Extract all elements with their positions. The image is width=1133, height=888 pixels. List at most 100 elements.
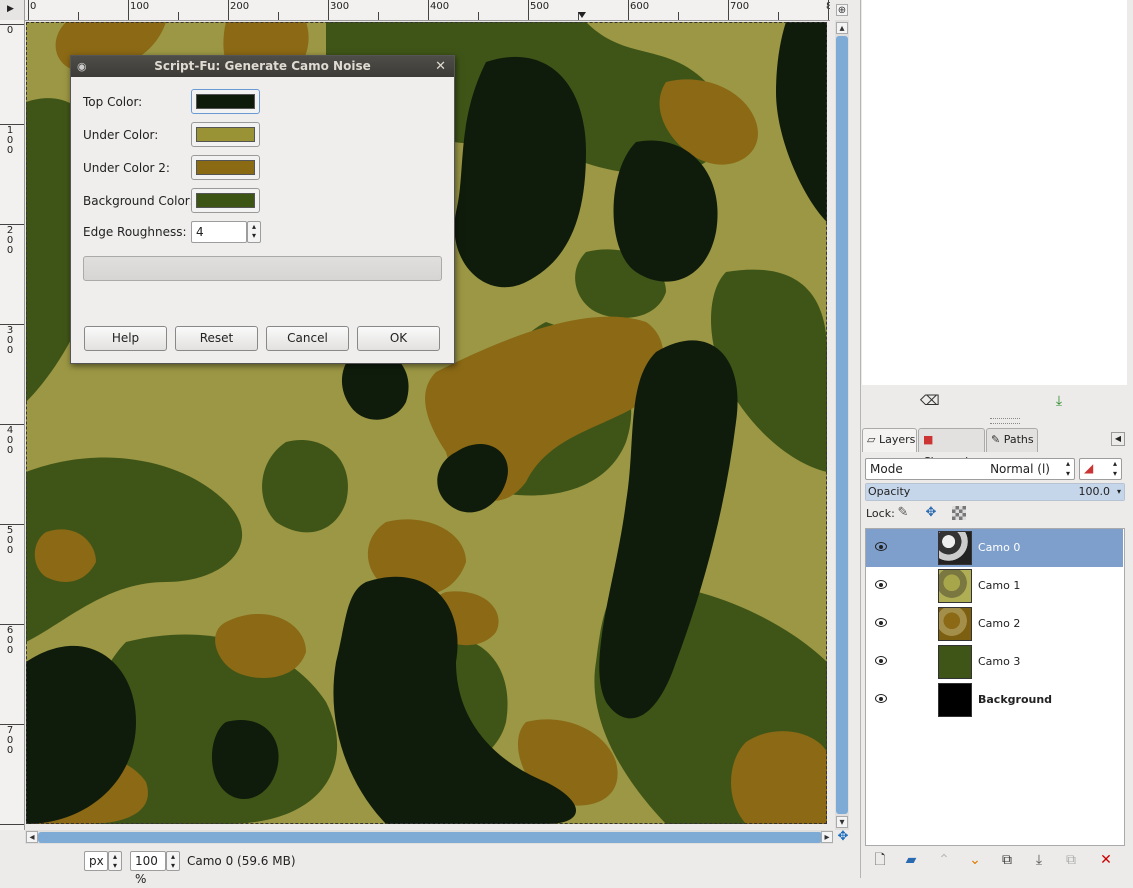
scroll-left-button[interactable]: ◂	[26, 831, 38, 843]
vertical-scrollbar-thumb[interactable]	[836, 36, 848, 814]
vertical-ruler: 0 100 200 300 400 500 600 700	[0, 20, 25, 830]
scroll-right-button[interactable]: ▸	[821, 831, 833, 843]
under-color-2-button[interactable]	[191, 155, 260, 180]
new-layer-group-icon[interactable]: ▰	[902, 852, 920, 870]
layer-row-camo-1[interactable]: Camo 1	[866, 567, 1123, 605]
lock-pixels-icon[interactable]: ✎	[894, 505, 912, 523]
ruler-tick: 400	[6, 425, 14, 456]
unit-selector[interactable]: px	[84, 851, 108, 871]
dialog-titlebar[interactable]: ◉ Script-Fu: Generate Camo Noise ✕	[71, 56, 454, 77]
gimp-icon: ◉	[77, 60, 87, 73]
layer-thumbnail	[938, 645, 972, 679]
progress-bar	[83, 256, 442, 281]
background-color-button[interactable]	[191, 188, 260, 213]
top-color-swatch	[196, 94, 255, 109]
mode-label: Mode	[870, 462, 903, 476]
layer-name: Camo 3	[978, 655, 1021, 668]
delete-layer-icon[interactable]: ✕	[1097, 852, 1115, 870]
visibility-eye-icon[interactable]	[875, 656, 887, 665]
zoom-input[interactable]: 100 %	[130, 851, 166, 886]
scroll-down-button[interactable]: ▾	[836, 816, 848, 828]
chevron-updown-icon: ▴ ▾	[1112, 459, 1117, 478]
chevron-updown-icon: ▴ ▾	[251, 222, 256, 240]
visibility-eye-icon[interactable]	[875, 694, 887, 703]
navigation-zoom-button[interactable]: ⊕	[836, 4, 848, 16]
new-layer-icon[interactable]: 🗋	[871, 852, 889, 870]
tab-channels[interactable]: ■ Channels	[918, 428, 985, 468]
zoom-icon: ⊕	[837, 5, 847, 16]
close-icon[interactable]: ✕	[435, 56, 446, 77]
duplicate-layer-icon[interactable]: ⧉	[998, 852, 1016, 870]
visibility-eye-icon[interactable]	[875, 542, 887, 551]
scroll-up-button[interactable]: ▴	[836, 22, 848, 34]
lock-alpha-icon[interactable]	[952, 506, 966, 520]
layer-mode-toggle[interactable]: ◢ ▴ ▾	[1079, 458, 1122, 480]
ruler-tick: 100	[6, 125, 14, 156]
ruler-ticks	[28, 0, 829, 20]
chevron-down-icon: ▾	[1116, 487, 1121, 496]
chevron-left-icon: ◂	[29, 832, 35, 843]
edge-roughness-input[interactable]: 4	[191, 221, 247, 243]
dock-separator-handle[interactable]	[990, 418, 1020, 424]
edge-roughness-spinner[interactable]: ▴ ▾	[247, 221, 261, 243]
reset-button[interactable]: Reset	[175, 326, 258, 351]
chevron-right-icon: ▸	[824, 832, 830, 843]
horizontal-scrollbar-thumb[interactable]	[38, 832, 822, 843]
upper-dock-area	[862, 0, 1127, 385]
layer-row-camo-3[interactable]: Camo 3	[866, 643, 1123, 681]
layer-name: Background	[978, 693, 1053, 706]
layer-name: Camo 0	[978, 541, 1021, 554]
lower-layer-icon[interactable]: ⌄	[966, 852, 984, 870]
chevron-up-icon: ▴	[839, 23, 845, 34]
ruler-tick: 600	[6, 625, 14, 656]
layer-row-background[interactable]: Background	[866, 681, 1123, 719]
unit-dropdown-button[interactable]: ▴ ▾	[108, 851, 122, 871]
paths-icon: ✎	[991, 433, 1001, 446]
visibility-eye-icon[interactable]	[875, 618, 887, 627]
layer-row-camo-0[interactable]: Camo 0	[866, 529, 1123, 567]
opacity-label: Opacity	[868, 485, 911, 498]
tab-label: Paths	[1003, 433, 1034, 446]
background-color-swatch	[196, 193, 255, 208]
ok-button[interactable]: OK	[357, 326, 440, 351]
cancel-button[interactable]: Cancel	[266, 326, 349, 351]
tab-label: Layers	[878, 433, 916, 446]
under-color-2-label: Under Color 2:	[83, 161, 170, 175]
mode-selector[interactable]: Mode Normal (l) ▴ ▾	[865, 458, 1075, 480]
panel-menu-button[interactable]: ◀	[1111, 432, 1125, 446]
help-button[interactable]: Help	[84, 326, 167, 351]
tab-paths[interactable]: ✎ Paths	[986, 428, 1038, 452]
top-color-button[interactable]	[191, 89, 260, 114]
lock-label: Lock:	[866, 507, 895, 520]
layer-row-camo-2[interactable]: Camo 2	[866, 605, 1123, 643]
under-color-2-swatch	[196, 160, 255, 175]
visibility-eye-icon[interactable]	[875, 580, 887, 589]
status-info: Camo 0 (59.6 MB)	[187, 854, 296, 868]
mode-switch-icon: ◢	[1084, 461, 1094, 475]
ruler-corner-button[interactable]: ▶	[0, 0, 25, 21]
status-bar: px ▴ ▾ 100 % ▴ ▾ Camo 0 (59.6 MB)	[0, 846, 858, 886]
under-color-button[interactable]	[191, 122, 260, 147]
layer-name: Camo 1	[978, 579, 1021, 592]
under-color-swatch	[196, 127, 255, 142]
ruler-tick: 200	[6, 225, 14, 256]
ruler-tick: 700	[6, 725, 14, 756]
layer-thumbnail	[938, 607, 972, 641]
opacity-value: 100.0	[1078, 485, 1111, 498]
camo-noise-dialog: ◉ Script-Fu: Generate Camo Noise ✕ Top C…	[70, 55, 455, 364]
triangle-left-icon: ◀	[1114, 434, 1122, 443]
navigate-icon[interactable]: ✥	[836, 830, 850, 844]
merge-layer-icon[interactable]: ⧉	[1062, 852, 1080, 870]
raise-layer-icon[interactable]: ⌃	[935, 852, 953, 870]
zoom-dropdown-button[interactable]: ▴ ▾	[166, 851, 180, 871]
clear-icon[interactable]: ⌫	[920, 393, 940, 411]
chevron-down-icon: ▾	[839, 817, 845, 828]
anchor-layer-icon[interactable]: ⤓	[1030, 852, 1048, 870]
opacity-slider[interactable]: Opacity 100.0 ▾	[865, 483, 1125, 501]
ruler-tick: 300	[6, 325, 14, 356]
tab-layers[interactable]: ▱ Layers	[862, 428, 917, 452]
ruler-tick: 500	[6, 525, 14, 556]
ruler-tick: 0	[6, 25, 14, 36]
import-icon[interactable]: ⤓	[1050, 393, 1068, 411]
lock-position-icon[interactable]: ✥	[922, 505, 940, 523]
